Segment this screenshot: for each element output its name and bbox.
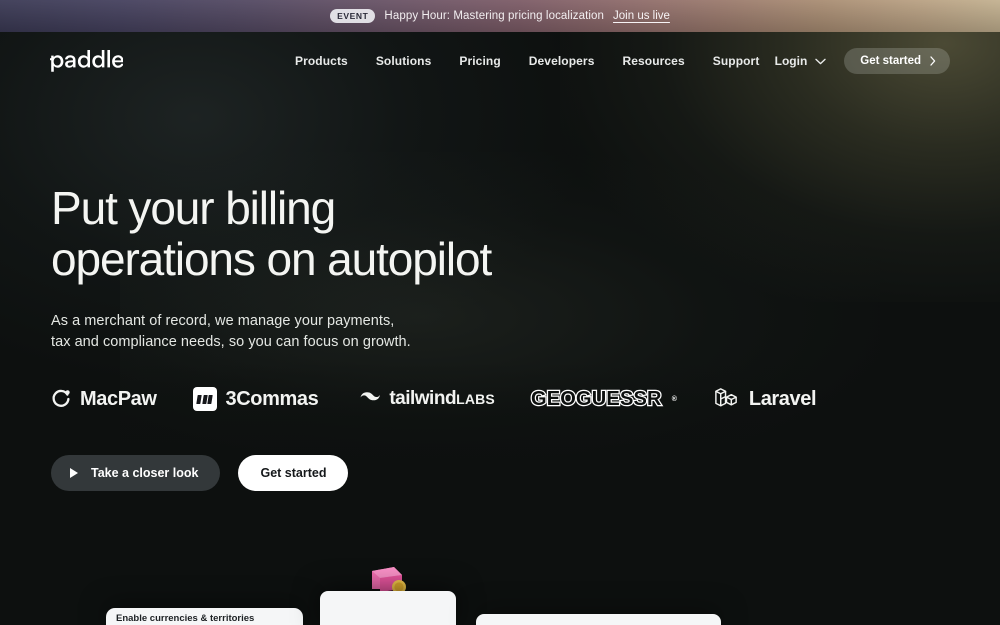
login-label: Login [774, 54, 808, 68]
hero-cta-group: Take a closer look Get started [51, 455, 1000, 491]
customer-logo-geoguessr-trademark: ® [671, 395, 677, 403]
customer-logo-tailwind-sublabel: LABS [456, 391, 495, 407]
threecommas-bars-icon [192, 387, 217, 411]
customer-logo-geoguessr-label: GEOGUESSR [530, 386, 663, 411]
customer-logo-laravel-label: Laravel [748, 387, 817, 410]
paddle-logo[interactable] [50, 50, 123, 72]
paddle-wordmark-icon [50, 50, 123, 72]
nav-link-solutions[interactable]: Solutions [376, 54, 432, 68]
tailwind-waves-icon [360, 392, 381, 401]
nav-link-products[interactable]: Products [295, 54, 348, 68]
hero-section: Products Solutions Pricing Developers Re… [0, 32, 1000, 625]
main-navigation: Products Solutions Pricing Developers Re… [0, 32, 1000, 90]
customer-logo-macpaw-label: MacPaw [80, 387, 157, 410]
play-icon [70, 468, 78, 478]
customer-logo-3commas: 3Commas [192, 387, 319, 411]
laravel-mark-icon [715, 387, 737, 406]
get-started-nav-button[interactable]: Get started [844, 48, 950, 74]
preview-card-currencies-label: Enable currencies & territories [116, 613, 255, 624]
nav-link-support[interactable]: Support [713, 54, 760, 68]
customer-logo-row: MacPaw 3Commas tailwindLABS GEOGUESSR ® … [51, 382, 1000, 416]
nav-link-pricing[interactable]: Pricing [459, 54, 500, 68]
page-title: Put your billing operations on autopilot [51, 183, 1000, 285]
headline-line-1: Put your billing [51, 182, 336, 234]
preview-card-wallet[interactable] [320, 591, 456, 625]
nav-link-resources[interactable]: Resources [622, 54, 684, 68]
nav-link-developers[interactable]: Developers [529, 54, 595, 68]
subhead-line-2: tax and compliance needs, so you can foc… [51, 333, 411, 350]
customer-logo-tailwind-label: tailwind [389, 388, 457, 409]
get-started-nav-label: Get started [860, 55, 921, 67]
hero-content: Put your billing operations on autopilot… [0, 90, 1000, 491]
hero-subheading: As a merchant of record, we manage your … [51, 311, 1000, 352]
customer-logo-tailwindlabs: tailwindLABS [354, 388, 495, 410]
customer-logo-geoguessr: GEOGUESSR ® [530, 386, 677, 411]
subhead-line-1: As a merchant of record, we manage your … [51, 313, 395, 329]
banner-text: Happy Hour: Mastering pricing localizati… [384, 10, 605, 22]
customer-logo-3commas-label: 3Commas [225, 387, 319, 410]
get-started-hero-button[interactable]: Get started [238, 455, 349, 491]
macpaw-swirl-icon [52, 389, 70, 407]
announcement-banner: EVENT Happy Hour: Mastering pricing loca… [0, 0, 1000, 32]
nav-links: Products Solutions Pricing Developers Re… [295, 54, 759, 68]
login-menu[interactable]: Login [775, 54, 827, 68]
preview-cards: Enable currencies & territories [0, 567, 1000, 625]
preview-card-third[interactable] [476, 614, 721, 625]
headline-line-2: operations on autopilot [51, 233, 492, 285]
get-started-hero-label: Get started [260, 466, 327, 480]
event-badge: EVENT [330, 9, 376, 23]
take-a-closer-look-button[interactable]: Take a closer look [51, 455, 221, 491]
chevron-down-icon [815, 58, 826, 64]
chevron-right-icon [930, 56, 936, 66]
nav-actions: Login Get started [775, 48, 950, 74]
take-a-closer-look-label: Take a closer look [91, 466, 199, 480]
customer-logo-laravel: Laravel [713, 386, 817, 413]
banner-join-link[interactable]: Join us live [613, 10, 670, 22]
customer-logo-macpaw: MacPaw [51, 388, 157, 411]
